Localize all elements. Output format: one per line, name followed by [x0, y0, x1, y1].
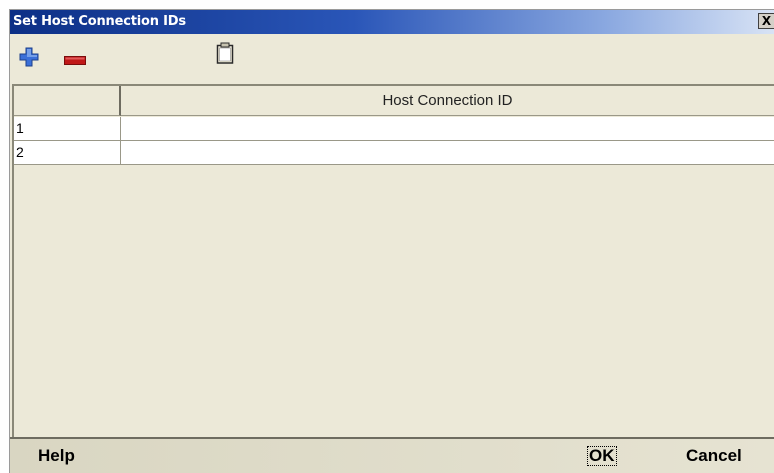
row-number-cell: 1	[14, 117, 121, 141]
toolbar	[10, 34, 774, 84]
ok-button[interactable]: OK	[587, 446, 617, 466]
table-row[interactable]: 2	[14, 141, 774, 165]
host-connection-id-cell[interactable]	[121, 117, 774, 141]
row-number-cell: 2	[14, 141, 121, 165]
table-header: Host Connection ID	[14, 86, 774, 116]
close-button[interactable]: X	[758, 13, 774, 29]
host-connection-id-header[interactable]: Host Connection ID	[121, 86, 774, 116]
host-connection-id-cell[interactable]	[121, 141, 774, 165]
plus-icon	[19, 47, 39, 67]
add-row-button[interactable]	[19, 47, 39, 67]
table-row[interactable]: 1	[14, 117, 774, 141]
host-connection-dialog: Set Host Connection IDs X Host Connectio…	[9, 9, 774, 473]
cancel-button[interactable]: Cancel	[686, 446, 742, 466]
title-bar[interactable]: Set Host Connection IDs X	[10, 10, 774, 34]
paste-button[interactable]	[216, 42, 234, 64]
host-connection-table: Host Connection ID 1 2	[12, 84, 774, 439]
row-number-header[interactable]	[14, 86, 121, 116]
button-bar: Help OK Cancel	[10, 437, 774, 473]
help-button[interactable]: Help	[38, 446, 75, 466]
dialog-title: Set Host Connection IDs	[13, 14, 186, 29]
remove-row-button[interactable]	[64, 51, 86, 65]
clipboard-icon	[216, 42, 234, 64]
minus-icon	[64, 56, 86, 65]
